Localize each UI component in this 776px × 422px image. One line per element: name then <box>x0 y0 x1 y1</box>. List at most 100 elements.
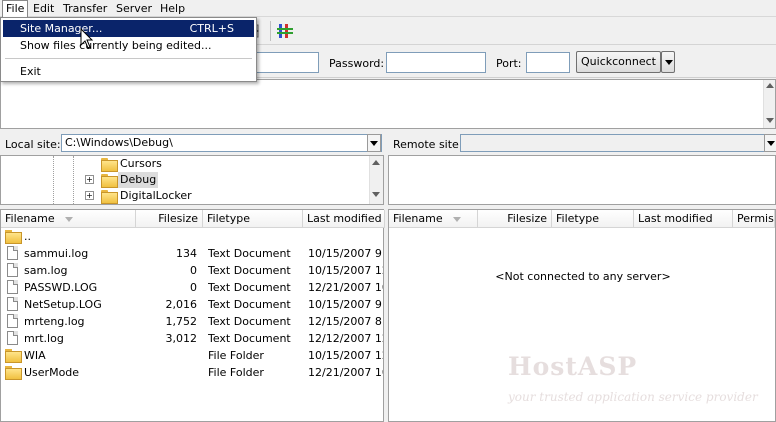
column-header-last-modified[interactable]: Last modified <box>303 210 385 228</box>
mouse-cursor-icon <box>80 28 94 49</box>
column-header-label: Filename <box>5 212 55 225</box>
file-last-modified: 10/15/2007 9:4 <box>308 298 383 311</box>
file-row[interactable]: mrteng.log 1,752 Text Document 12/15/2007 8… <box>1 313 383 330</box>
tree-item-cursors[interactable]: Cursors <box>1 156 369 172</box>
file-menu-dropdown: Site Manager... CTRL+S Show files curren… <box>0 17 257 82</box>
column-header-filename[interactable]: Filename <box>389 210 478 228</box>
file-type: File Folder <box>208 349 264 362</box>
port-label: Port: <box>496 57 522 70</box>
text-document-icon <box>7 280 18 294</box>
expand-plus-icon[interactable]: + <box>85 191 94 200</box>
tree-item-digitallocker[interactable]: + DigitalLocker <box>1 188 369 204</box>
remote-path-dropdown-icon[interactable] <box>764 134 776 152</box>
menu-item-label: Exit <box>20 65 41 78</box>
local-path-dropdown-icon[interactable] <box>367 134 381 152</box>
menu-item-exit[interactable]: Exit <box>3 63 254 80</box>
menu-item-label: Show files currently being edited... <box>20 39 212 52</box>
remote-directory-tree <box>388 155 776 205</box>
file-type: Text Document <box>208 298 291 311</box>
column-header-permissions[interactable]: Permiss <box>733 210 775 228</box>
folder-icon <box>101 174 118 188</box>
file-name: sammui.log <box>24 247 89 260</box>
menu-item-site-manager[interactable]: Site Manager... CTRL+S <box>3 20 254 37</box>
file-row[interactable]: mrt.log 3,012 Text Document 12/12/2007 12: <box>1 330 383 347</box>
column-header-filesize[interactable]: Filesize <box>478 210 552 228</box>
folder-icon <box>5 230 22 244</box>
remote-site-bar: Remote site: <box>388 133 776 154</box>
file-last-modified: 12/15/2007 8:4 <box>308 315 383 328</box>
scroll-up-icon[interactable] <box>371 158 381 168</box>
tree-scrollbar[interactable] <box>369 156 383 204</box>
file-size: 0 <box>190 281 197 294</box>
file-name: mrteng.log <box>24 315 85 328</box>
file-row[interactable]: .. <box>1 228 383 245</box>
column-header-filetype[interactable]: Filetype <box>203 210 303 228</box>
menu-bar: File Edit Transfer Server Help <box>0 0 776 17</box>
file-name: sam.log <box>24 264 68 277</box>
file-name: NetSetup.LOG <box>24 298 102 311</box>
watermark-title: HostASP <box>508 352 638 381</box>
file-type: Text Document <box>208 332 291 345</box>
column-header-label: Filename <box>393 212 443 225</box>
file-name: PASSWD.LOG <box>24 281 98 294</box>
tree-item-label: Debug <box>118 172 159 188</box>
scroll-down-icon[interactable] <box>765 116 775 126</box>
file-type: Text Document <box>208 264 291 277</box>
quickconnect-button[interactable]: Quickconnect <box>576 51 661 73</box>
file-type: Text Document <box>208 315 291 328</box>
text-document-icon <box>7 246 18 260</box>
menu-item-show-edited-files[interactable]: Show files currently being edited... <box>3 37 254 54</box>
column-header-filename[interactable]: Filename <box>1 210 136 228</box>
text-document-icon <box>7 263 18 277</box>
message-log-scrollbar[interactable] <box>763 80 775 128</box>
file-last-modified: 12/21/2007 10: <box>308 281 383 294</box>
local-path-input[interactable]: C:\Windows\Debug\ <box>61 134 382 152</box>
local-site-bar: Local site: C:\Windows\Debug\ <box>0 133 384 154</box>
text-document-icon <box>7 331 18 345</box>
watermark-subtitle: your trusted application service provide… <box>508 390 758 404</box>
scroll-up-icon[interactable] <box>765 81 775 91</box>
file-row[interactable]: sammui.log 134 Text Document 10/15/2007 9:2 <box>1 245 383 262</box>
menu-help[interactable]: Help <box>157 1 188 16</box>
file-type: Text Document <box>208 247 291 260</box>
message-log[interactable] <box>0 79 776 129</box>
quickconnect-dropdown-button[interactable] <box>661 51 675 73</box>
username-field[interactable] <box>255 52 319 73</box>
port-field[interactable] <box>526 52 570 73</box>
sort-icon <box>452 216 461 222</box>
local-directory-tree: Cursors + Debug + DigitalLocker <box>0 155 384 205</box>
menu-item-shortcut: CTRL+S <box>189 22 234 35</box>
file-size: 2,016 <box>165 298 198 311</box>
file-last-modified: 10/15/2007 9:2 <box>308 247 383 260</box>
folder-icon <box>5 349 22 363</box>
file-type: Text Document <box>208 281 291 294</box>
compare-directories-icon[interactable] <box>276 21 296 41</box>
file-row[interactable]: WIA File Folder 10/15/2007 12: <box>1 347 383 364</box>
file-name: UserMode <box>24 366 80 379</box>
toolbar-separator <box>270 21 271 41</box>
file-row[interactable]: NetSetup.LOG 2,016 Text Document 10/15/2007… <box>1 296 383 313</box>
password-field[interactable] <box>386 52 486 73</box>
menu-server[interactable]: Server <box>113 1 155 16</box>
column-header-last-modified[interactable]: Last modified <box>634 210 733 228</box>
column-header-filesize[interactable]: Filesize <box>136 210 203 228</box>
file-last-modified: 10/15/2007 12: <box>308 349 383 362</box>
password-label: Password: <box>329 57 385 70</box>
expand-plus-icon[interactable]: + <box>85 175 94 184</box>
file-row[interactable]: UserMode File Folder 12/21/2007 10: <box>1 364 383 381</box>
remote-path-input[interactable] <box>460 134 776 152</box>
tree-item-label: DigitalLocker <box>120 189 192 202</box>
local-file-list: Filename Filesize Filetype Last modified… <box>0 209 385 422</box>
menu-file[interactable]: File <box>2 0 29 17</box>
menu-separator <box>5 58 252 59</box>
folder-icon <box>5 366 22 380</box>
column-header-filetype[interactable]: Filetype <box>552 210 634 228</box>
tree-item-debug[interactable]: + Debug <box>1 172 369 188</box>
file-row[interactable]: PASSWD.LOG 0 Text Document 12/21/2007 10: <box>1 279 383 296</box>
scroll-down-icon[interactable] <box>371 190 381 200</box>
file-last-modified: 10/15/2007 12: <box>308 264 383 277</box>
menu-transfer[interactable]: Transfer <box>60 1 110 16</box>
file-row[interactable]: sam.log 0 Text Document 10/15/2007 12: <box>1 262 383 279</box>
menu-edit[interactable]: Edit <box>30 1 57 16</box>
local-site-label: Local site: <box>5 138 61 151</box>
